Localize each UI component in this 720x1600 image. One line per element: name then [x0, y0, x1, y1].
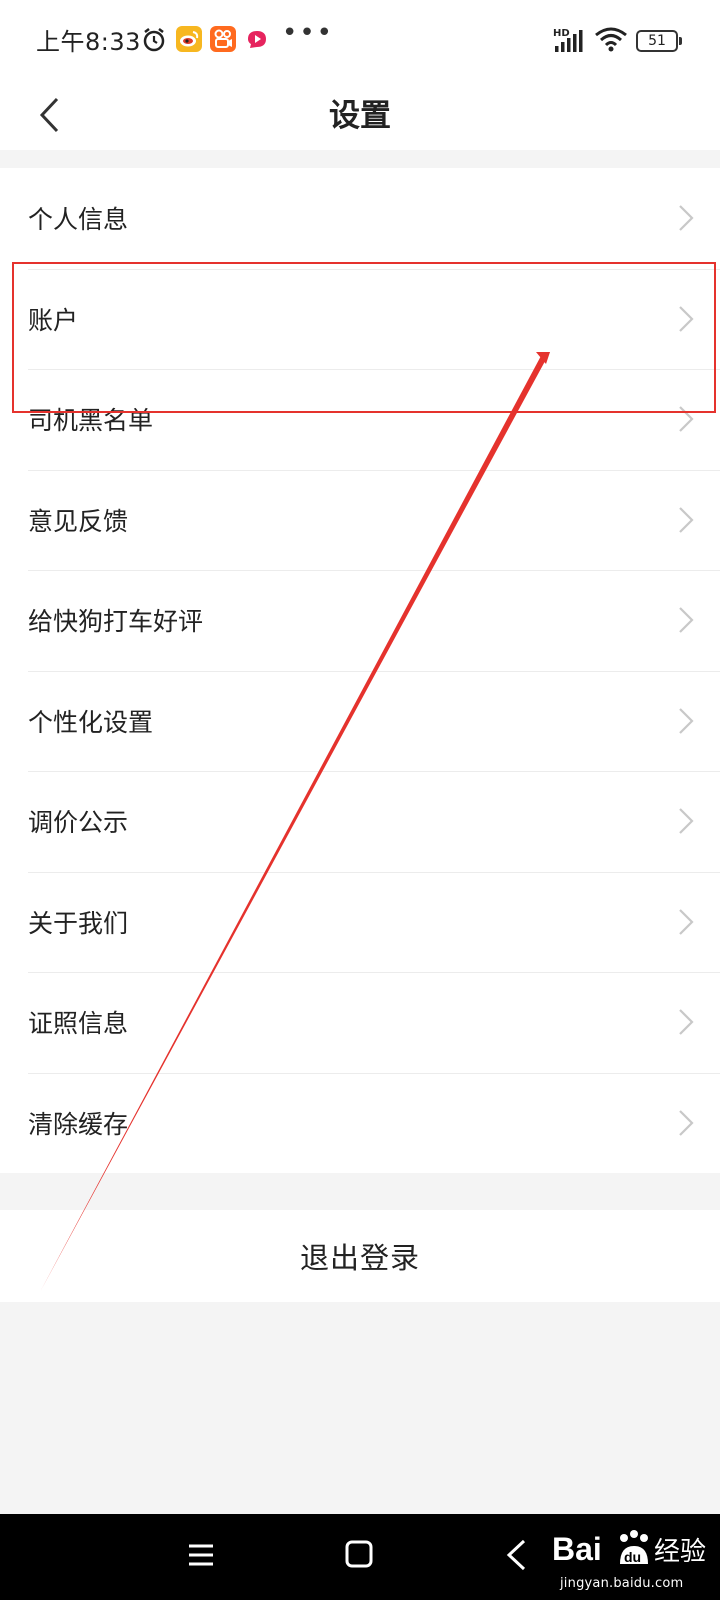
back-icon[interactable]: [504, 1538, 528, 1572]
more-notifications-icon: •••: [282, 18, 335, 48]
chevron-right-icon: [679, 506, 694, 533]
settings-item-label: 司机黑名单: [28, 406, 154, 436]
header: 设置: [0, 82, 720, 150]
settings-item-personal-info[interactable]: 个人信息: [0, 168, 720, 269]
battery-level: 51: [648, 33, 666, 49]
settings-item-personalization[interactable]: 个性化设置: [0, 670, 720, 772]
chevron-left-icon: [39, 97, 59, 133]
menu-icon[interactable]: [186, 1540, 216, 1570]
chevron-right-icon: [679, 406, 694, 433]
navigation-bar: Bai du 经验 jingyan.baidu.com: [0, 1514, 720, 1600]
kuaishou-icon: [210, 26, 236, 52]
settings-item-label: 意见反馈: [28, 506, 129, 536]
watermark-url: jingyan.baidu.com: [560, 1576, 684, 1591]
svg-text:Bai: Bai: [552, 1531, 602, 1567]
battery-icon: 51: [636, 30, 682, 52]
settings-item-licenses[interactable]: 证照信息: [0, 972, 720, 1073]
chevron-right-icon: [679, 908, 694, 935]
mail-icon: [248, 31, 266, 48]
signal-icon: [555, 30, 583, 52]
settings-item-driver-blacklist[interactable]: 司机黑名单: [0, 369, 720, 470]
home-icon[interactable]: [344, 1539, 374, 1569]
svg-text:du: du: [624, 1549, 641, 1565]
weibo-icon: [176, 26, 202, 52]
settings-item-price-notice[interactable]: 调价公示: [0, 771, 720, 872]
logout-button[interactable]: 退出登录: [0, 1210, 720, 1302]
settings-item-label: 账户: [28, 305, 79, 335]
baidu-jingyan-logo: Bai du 经验: [552, 1530, 706, 1567]
chevron-right-icon: [679, 1009, 694, 1036]
settings-list: 个人信息 账户 司机黑名单 意见反馈 给快狗打车好评 个性化设置 调价公示 关于…: [0, 168, 720, 1173]
settings-item-label: 给快狗打车好评: [28, 607, 204, 637]
chevron-right-icon: [679, 707, 694, 734]
settings-item-label: 调价公示: [28, 808, 129, 838]
settings-item-account[interactable]: 账户: [0, 268, 720, 370]
settings-item-label: 清除缓存: [28, 1109, 129, 1139]
chevron-right-icon: [679, 808, 694, 835]
logout-label: 退出登录: [299, 1241, 420, 1275]
svg-text:经验: 经验: [654, 1537, 706, 1567]
chevron-right-icon: [679, 205, 694, 232]
back-button[interactable]: [24, 90, 74, 140]
alarm-icon: [143, 28, 165, 52]
settings-item-label: 个人信息: [28, 205, 129, 235]
status-bar: 上午8:33 ••• HD 51: [0, 0, 720, 82]
wifi-icon: [595, 27, 627, 52]
settings-item-clear-cache[interactable]: 清除缓存: [0, 1072, 720, 1174]
chevron-right-icon: [679, 1109, 694, 1136]
chevron-right-icon: [679, 607, 694, 634]
settings-item-label: 个性化设置: [28, 707, 154, 737]
settings-item-label: 证照信息: [28, 1009, 129, 1039]
settings-item-about-us[interactable]: 关于我们: [0, 871, 720, 973]
settings-item-feedback[interactable]: 意见反馈: [0, 469, 720, 571]
page-title: 设置: [329, 98, 391, 134]
chevron-right-icon: [679, 305, 694, 332]
settings-item-label: 关于我们: [28, 908, 129, 938]
status-time: 上午8:33: [36, 28, 141, 56]
settings-item-rate-app[interactable]: 给快狗打车好评: [0, 570, 720, 671]
